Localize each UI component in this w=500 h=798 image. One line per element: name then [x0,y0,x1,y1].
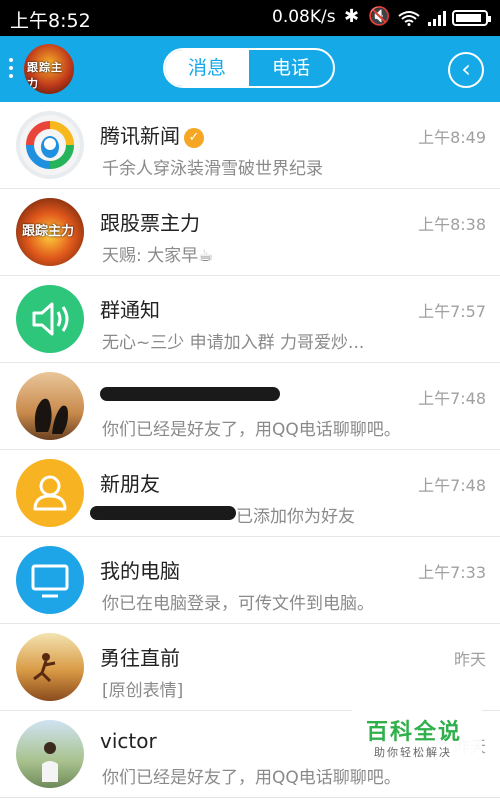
stock-group-avatar: 跟踪主力 [16,198,84,266]
conversation-name: 腾讯新闻 ✓ [100,120,204,149]
conversation-list: 腾讯新闻 ✓ 千余人穿泳装滑雪破世界纪录 上午8:49 跟踪主力 跟股票主力 天赐… [0,102,500,798]
tencent-news-avatar [16,111,84,179]
back-button[interactable]: ‹ [448,52,484,88]
penguin-avatar [16,372,84,440]
conversation-name: 新朋友 [100,472,160,496]
watermark-subtitle: 助你轻松解决 [374,746,452,759]
my-computer-avatar [16,546,84,614]
mute-icon: 🔇 [368,6,391,27]
battery-icon [452,10,491,26]
conversation-preview: 你们已经是好友了，用QQ电话聊聊吧。 [102,420,401,440]
monitor-icon [31,564,69,598]
conversation-time: 昨天 [453,650,486,669]
new-friend-avatar [16,459,84,527]
conversation-preview: [原创表情] [102,681,184,701]
redacted-name [100,387,280,401]
conversation-item-stock-group[interactable]: 跟踪主力 跟股票主力 天赐: 大家早☕ 上午8:38 [0,189,500,276]
watermark: 百科全说 助你轻松解决 [352,708,482,768]
conversation-preview: 你已在电脑登录，可传文件到电脑。 [102,594,374,614]
tab-switcher: 消息 电话 [163,48,335,88]
speaker-icon [32,302,69,336]
status-bar: 上午8:52 0.08K/s ✱ 🔇 [0,0,500,36]
tab-messages[interactable]: 消息 [165,50,249,86]
conversation-time: 上午7:48 [418,389,486,408]
profile-avatar[interactable]: 跟踪主力 [24,44,74,94]
conversation-time: 上午7:57 [418,302,486,321]
conversation-item-my-computer[interactable]: 我的电脑 你已在电脑登录，可传文件到电脑。 上午7:33 [0,537,500,624]
conversation-time: 上午8:38 [418,215,486,234]
person-icon [33,475,67,511]
tencent-news-logo-icon [20,115,80,175]
conversation-time: 上午7:33 [418,563,486,582]
conversation-name: victor [100,729,157,753]
runner-icon [33,653,56,683]
conversation-time: 上午8:49 [418,128,486,147]
top-bar: 跟踪主力 消息 电话 ‹ [0,36,500,102]
conversation-preview: 千余人穿泳装滑雪破世界纪录 [102,159,323,179]
conversation-preview: 已添加你为好友 [236,507,355,527]
bluetooth-icon: ✱ [344,6,360,27]
conversation-item-new-friend[interactable]: 新朋友 已添加你为好友 上午7:48 [0,450,500,537]
conversation-item-forward[interactable]: 勇往直前 [原创表情] 昨天 [0,624,500,711]
victor-avatar [16,720,84,788]
conversation-preview: 无心~三少 申请加入群 力哥爱炒... [102,333,365,353]
conversation-item-group-notice[interactable]: 群通知 无心~三少 申请加入群 力哥爱炒... 上午7:57 [0,276,500,363]
conversation-name: 我的电脑 [100,559,180,583]
status-time: 上午8:52 [10,10,91,32]
conversation-item-tencent-news[interactable]: 腾讯新闻 ✓ 千余人穿泳装滑雪破世界纪录 上午8:49 [0,102,500,189]
avatar-text: 跟踪主力 [27,61,63,90]
chevron-left-icon: ‹ [461,55,471,83]
avatar-text: 跟踪主力 [22,224,75,239]
tab-calls[interactable]: 电话 [249,50,333,86]
group-notice-avatar [16,285,84,353]
conversation-time: 上午7:48 [418,476,486,495]
verified-icon: ✓ [184,128,204,148]
redacted-text [90,506,236,520]
conversation-name: 群通知 [100,298,160,322]
signal-icon [428,10,448,26]
watermark-title: 百科全说 [366,720,463,745]
conversation-item-friend[interactable]: 你们已经是好友了，用QQ电话聊聊吧。 上午7:48 [0,363,500,450]
conversation-name: 跟股票主力 [100,211,200,235]
wifi-icon [398,11,420,26]
conversation-preview: 天赐: 大家早☕ [102,246,214,266]
network-speed: 0.08K/s [272,7,336,27]
penguin-icon [34,398,68,434]
conversation-name: 勇往直前 [100,646,180,670]
menu-dots-icon[interactable] [9,58,15,82]
person-photo-icon [42,742,58,782]
forward-avatar [16,633,84,701]
